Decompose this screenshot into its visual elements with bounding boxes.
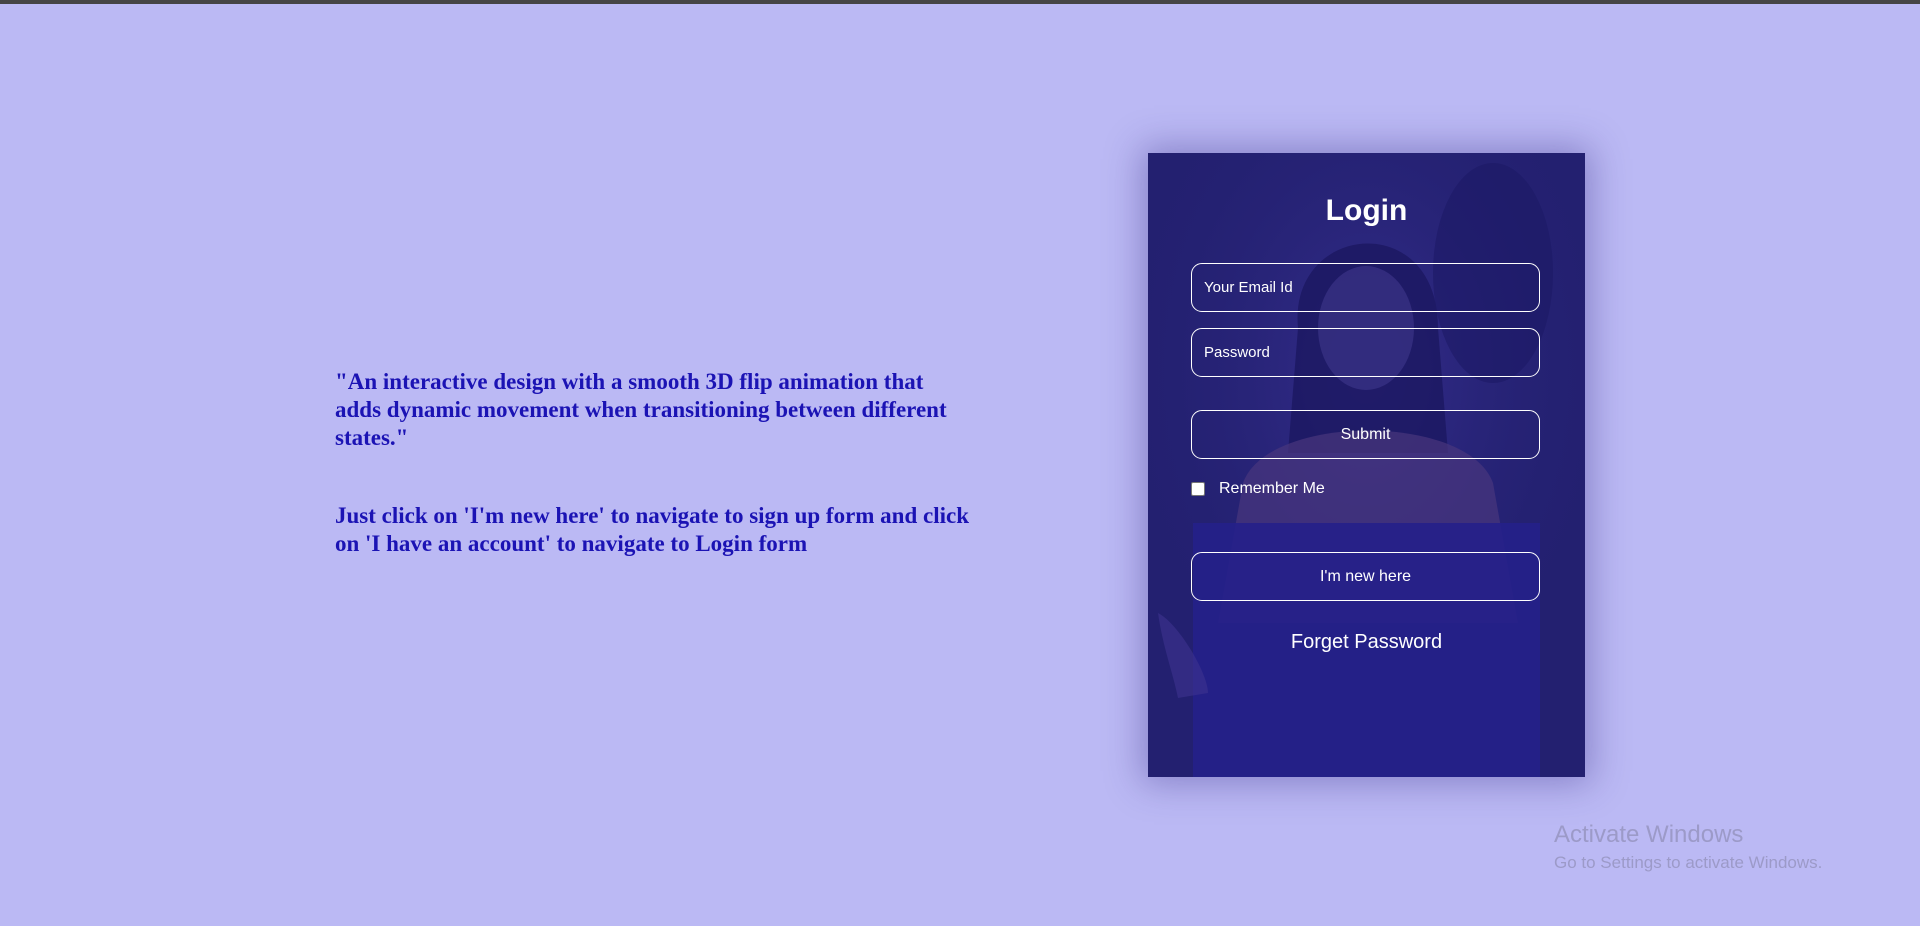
intro-instructions: Just click on 'I'm new here' to navigate… <box>335 503 970 556</box>
remember-me-checkbox[interactable] <box>1191 482 1205 496</box>
forget-password-link[interactable]: Forget Password <box>1148 631 1585 654</box>
intro-quote: "An interactive design with a smooth 3D … <box>335 369 947 450</box>
intro-text-block: "An interactive design with a smooth 3D … <box>335 368 975 558</box>
watermark-title: Activate Windows <box>1554 821 1744 848</box>
browser-top-strip <box>0 0 1920 4</box>
login-title: Login <box>1325 194 1408 227</box>
submit-button[interactable]: Submit <box>1191 410 1540 459</box>
login-card: Login Submit Remember Me I'm new here Fo… <box>1148 153 1585 777</box>
remember-me-label: Remember Me <box>1219 480 1325 497</box>
login-form: Login Submit Remember Me I'm new here Fo… <box>1148 153 1585 777</box>
remember-me-row[interactable]: Remember Me <box>1191 480 1325 498</box>
watermark-subtitle: Go to Settings to activate Windows. <box>1554 853 1823 872</box>
intro-spacer <box>335 452 975 502</box>
password-input[interactable] <box>1191 328 1540 377</box>
email-input[interactable] <box>1191 263 1540 312</box>
new-here-button[interactable]: I'm new here <box>1191 552 1540 601</box>
windows-activation-watermark: Activate Windows Go to Settings to activ… <box>1554 820 1822 874</box>
